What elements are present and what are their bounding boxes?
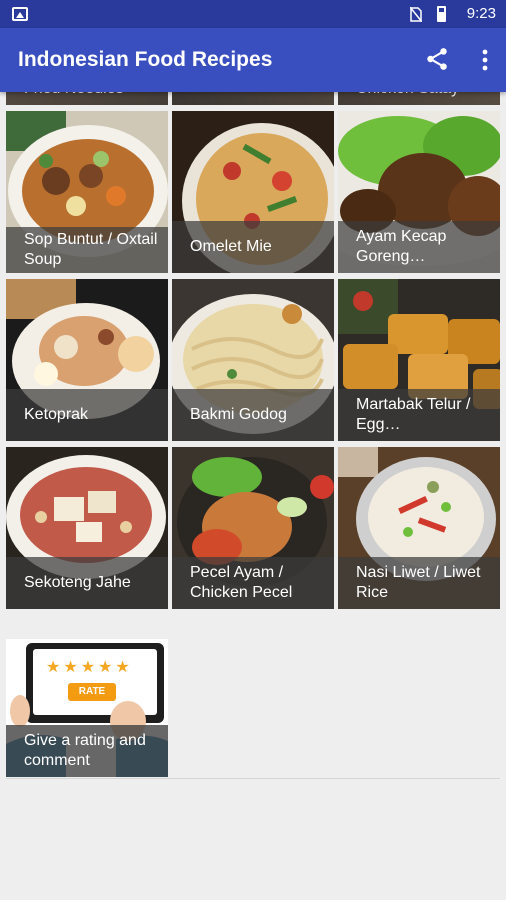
recipe-label: Martabak Telur / Egg… (338, 389, 500, 441)
more-options-icon[interactable] (478, 48, 492, 72)
battery-icon (437, 6, 446, 22)
recipe-tile-martabak[interactable]: Martabak Telur / Egg… (338, 279, 500, 441)
recipe-tile-partial[interactable]: Fried Noodles (6, 92, 168, 105)
recipe-tile-ayam-kecap[interactable]: Ayam Kecap Goreng… (338, 111, 500, 273)
recipe-tile-omelet-mie[interactable]: Omelet Mie (172, 111, 334, 273)
recipe-label (172, 92, 334, 105)
app-bar: Indonesian Food Recipes (0, 28, 506, 92)
clock: 9:23 (466, 5, 496, 22)
recipe-tile-ketoprak[interactable]: Ketoprak (6, 279, 168, 441)
recipe-tile-sekoteng-jahe[interactable]: Sekoteng Jahe (6, 447, 168, 609)
recipe-label: Fried Noodles (6, 92, 168, 105)
share-icon[interactable] (424, 46, 450, 72)
recipe-label: Chicken Satay (338, 92, 500, 105)
recipe-tile-partial[interactable] (172, 92, 334, 105)
recipe-label: Bakmi Godog (172, 389, 334, 441)
recipe-label: Sop Buntut / Oxtail Soup (6, 227, 168, 273)
recipe-label: Omelet Mie (172, 221, 334, 273)
recipe-label: Sekoteng Jahe (6, 557, 168, 609)
star-rating: ★★★★★ (46, 659, 133, 676)
divider (6, 778, 500, 779)
recipe-tile-nasi-liwet[interactable]: Nasi Liwet / Liwet Rice (338, 447, 500, 609)
recipe-label: Ayam Kecap Goreng… (338, 221, 500, 273)
recipe-label: Ketoprak (6, 389, 168, 441)
no-sim-icon (410, 7, 422, 22)
image-notification-icon (12, 7, 28, 21)
app-title: Indonesian Food Recipes (18, 48, 273, 71)
recipe-tile-partial[interactable]: Chicken Satay (338, 92, 500, 105)
recipe-tile-bakmi-godog[interactable]: Bakmi Godog (172, 279, 334, 441)
rating-label: Give a rating and comment (6, 725, 168, 777)
rating-tile[interactable]: ★★★★★ RATE Give a rating and comment (6, 639, 168, 777)
recipe-tile-sop-buntut[interactable]: Sop Buntut / Oxtail Soup (6, 111, 168, 273)
recipe-label: Pecel Ayam / Chicken Pecel (172, 557, 334, 609)
recipe-label: Nasi Liwet / Liwet Rice (338, 557, 500, 609)
rate-button: RATE (68, 683, 116, 701)
status-bar: 9:23 (0, 0, 506, 28)
recipe-tile-pecel-ayam[interactable]: Pecel Ayam / Chicken Pecel (172, 447, 334, 609)
